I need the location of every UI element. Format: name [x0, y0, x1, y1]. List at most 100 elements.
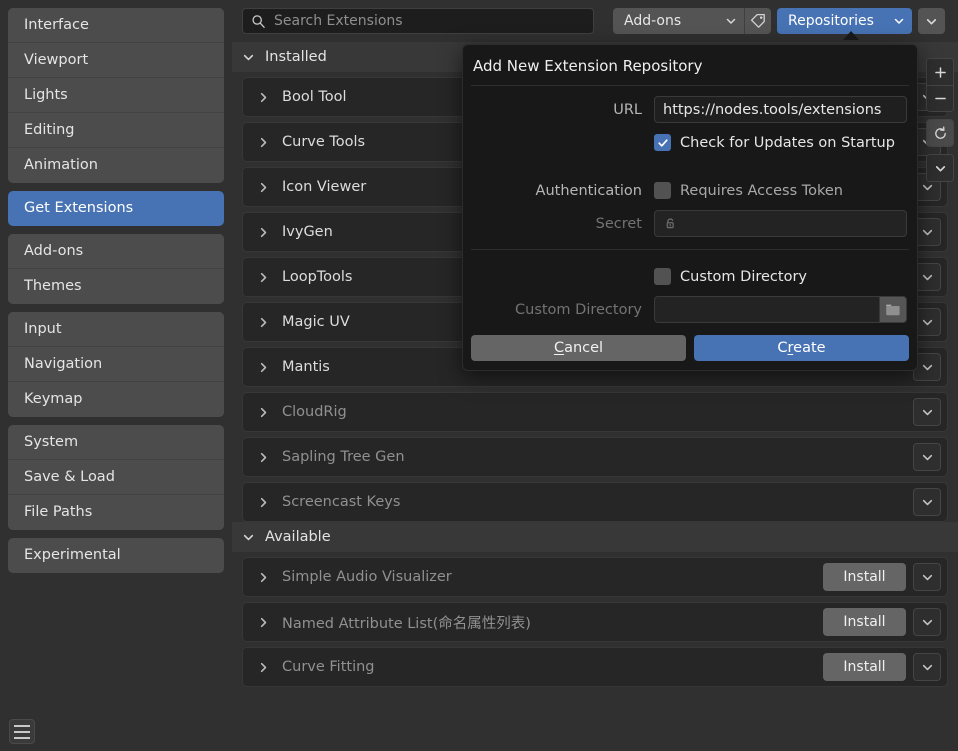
add-repository-button[interactable]: [927, 59, 953, 85]
expand-toggle-icon[interactable]: [257, 616, 270, 629]
sidebar-item-editing[interactable]: Editing: [8, 113, 224, 148]
section-header-available[interactable]: Available: [232, 522, 958, 552]
authentication-row: Authentication Requires Access Token: [473, 177, 907, 204]
extension-row[interactable]: Simple Audio Visualizer Install: [242, 557, 948, 597]
browse-folder-button[interactable]: [880, 296, 907, 323]
extension-name: LoopTools: [282, 269, 353, 285]
requires-access-token-label: Requires Access Token: [680, 182, 843, 199]
row-menu-button[interactable]: [913, 443, 941, 471]
check-updates-row: Check for Updates on Startup: [473, 129, 907, 156]
refresh-button[interactable]: [927, 120, 953, 146]
row-menu-button[interactable]: [913, 653, 941, 681]
sidebar-item-system[interactable]: System: [8, 425, 224, 460]
sidebar-item-keymap[interactable]: Keymap: [8, 382, 224, 417]
sidebar-item-themes[interactable]: Themes: [8, 269, 224, 304]
authentication-label: Authentication: [535, 182, 642, 199]
sidebar-item-label: Lights: [24, 87, 68, 103]
sidebar-item-label: Get Extensions: [24, 200, 134, 216]
sidebar-item-lights[interactable]: Lights: [8, 78, 224, 113]
create-button[interactable]: Create: [694, 335, 909, 361]
chevron-down-icon: [893, 15, 905, 27]
repository-add-remove-group: [926, 58, 954, 112]
hamburger-menu-icon[interactable]: [9, 719, 35, 744]
chevron-down-icon: [725, 15, 737, 27]
expand-toggle-icon[interactable]: [257, 496, 270, 509]
expand-toggle-icon[interactable]: [257, 661, 270, 674]
hamburger-line: [14, 730, 30, 733]
url-field[interactable]: https://nodes.tools/extensions: [654, 96, 907, 123]
extension-name: Mantis: [282, 359, 330, 375]
expand-toggle-icon[interactable]: [257, 571, 270, 584]
sidebar-item-navigation[interactable]: Navigation: [8, 347, 224, 382]
cancel-button[interactable]: Cancel: [471, 335, 686, 361]
secret-field[interactable]: [654, 210, 907, 237]
extension-row[interactable]: CloudRig: [242, 392, 948, 432]
sidebar-item-add-ons[interactable]: Add-ons: [8, 234, 224, 269]
row-menu-button[interactable]: [913, 563, 941, 591]
cancel-button-label: Cancel: [553, 340, 604, 356]
check-updates-checkbox[interactable]: [654, 134, 671, 151]
expand-toggle-icon[interactable]: [257, 136, 270, 149]
toolbar-overflow-button[interactable]: [918, 8, 945, 34]
extension-name: Screencast Keys: [282, 494, 401, 510]
custom-directory-checkbox[interactable]: [654, 268, 671, 285]
row-menu-button[interactable]: [913, 488, 941, 516]
section-title: Available: [265, 529, 331, 545]
extension-row[interactable]: Sapling Tree Gen: [242, 437, 948, 477]
row-actions: Install: [823, 563, 941, 591]
expand-toggle-icon[interactable]: [257, 181, 270, 194]
extension-name: Simple Audio Visualizer: [282, 569, 452, 585]
section-title: Installed: [265, 49, 327, 65]
sidebar-item-interface[interactable]: Interface: [8, 8, 224, 43]
install-button[interactable]: Install: [823, 563, 906, 591]
sidebar-item-experimental[interactable]: Experimental: [8, 538, 224, 573]
expand-toggle-icon[interactable]: [257, 91, 270, 104]
sidebar-item-input[interactable]: Input: [8, 312, 224, 347]
sidebar-item-label: Keymap: [24, 391, 83, 407]
extension-name: Bool Tool: [282, 89, 347, 105]
sidebar-item-label: Interface: [24, 17, 89, 33]
row-menu-button[interactable]: [913, 608, 941, 636]
tag-filter-button[interactable]: [744, 8, 771, 34]
create-button-label: Create: [777, 340, 826, 356]
chevron-right-icon: [260, 182, 267, 192]
expand-toggle-icon[interactable]: [257, 361, 270, 374]
sidebar-item-save-load[interactable]: Save & Load: [8, 460, 224, 495]
extension-name: CloudRig: [282, 404, 347, 420]
add-repository-dialog: Add New Extension Repository URL https:/…: [462, 44, 918, 371]
search-input[interactable]: Search Extensions: [242, 8, 594, 34]
sidebar-item-label: Save & Load: [24, 469, 115, 485]
filter-dropdown[interactable]: Add-ons: [613, 8, 744, 34]
sidebar-item-file-paths[interactable]: File Paths: [8, 495, 224, 530]
repository-options-button[interactable]: [927, 155, 953, 181]
extension-row[interactable]: Curve Fitting Install: [242, 647, 948, 687]
remove-repository-button[interactable]: [927, 85, 953, 111]
chevron-down-icon: [242, 531, 255, 544]
extension-name: Sapling Tree Gen: [282, 449, 405, 465]
install-button[interactable]: Install: [823, 608, 906, 636]
row-menu-button[interactable]: [913, 398, 941, 426]
sidebar-group: Add-ons Themes: [8, 234, 224, 304]
sidebar-item-get-extensions[interactable]: Get Extensions: [8, 191, 224, 226]
install-button[interactable]: Install: [823, 653, 906, 681]
expand-toggle-icon[interactable]: [257, 316, 270, 329]
chevron-down-icon: [922, 574, 932, 580]
expand-toggle-icon[interactable]: [257, 271, 270, 284]
sidebar-item-label: Navigation: [24, 356, 103, 372]
chevron-right-icon: [260, 407, 267, 417]
extension-row[interactable]: Screencast Keys: [242, 482, 948, 522]
chevron-down-icon: [243, 534, 254, 540]
divider: [471, 249, 909, 250]
chevron-down-icon: [922, 229, 932, 235]
expand-toggle-icon[interactable]: [257, 451, 270, 464]
custom-directory-field[interactable]: [654, 296, 880, 323]
chevron-down-icon: [922, 664, 932, 670]
chevron-right-icon: [260, 272, 267, 282]
requires-access-token-checkbox[interactable]: [654, 182, 671, 199]
expand-toggle-icon[interactable]: [257, 226, 270, 239]
sidebar-item-animation[interactable]: Animation: [8, 148, 224, 183]
extension-row[interactable]: Named Attribute List(命名属性列表) Install: [242, 602, 948, 642]
sidebar-item-viewport[interactable]: Viewport: [8, 43, 224, 78]
custom-directory-row: Custom Directory: [473, 296, 907, 323]
expand-toggle-icon[interactable]: [257, 406, 270, 419]
